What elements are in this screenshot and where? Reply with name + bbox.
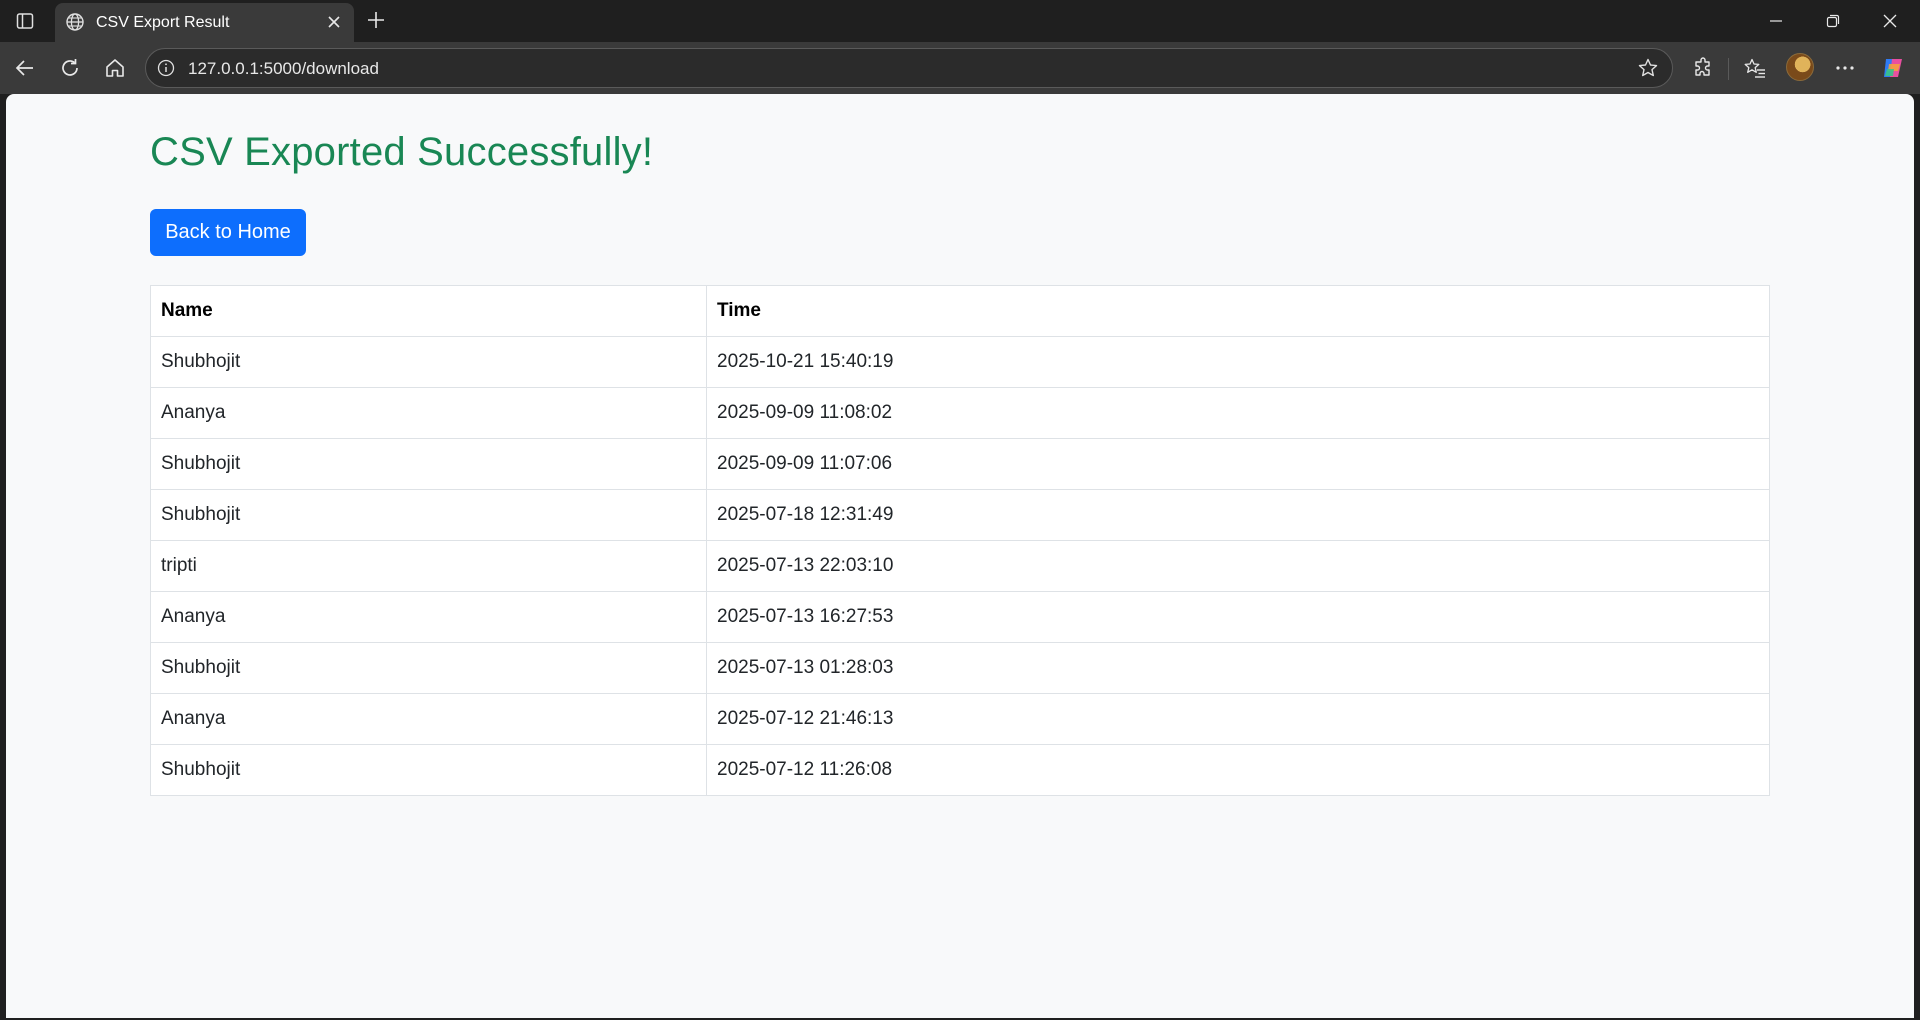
table-row: Shubhojit 2025-10-21 15:40:19	[150, 336, 1770, 388]
column-header-name: Name	[150, 285, 707, 337]
profile-avatar[interactable]	[1786, 53, 1814, 81]
cell-time: 2025-07-12 21:46:13	[706, 693, 1770, 745]
globe-icon	[64, 11, 86, 33]
cell-time: 2025-09-09 11:07:06	[706, 438, 1770, 490]
browser-toolbar: 127.0.0.1:5000/download	[0, 42, 1920, 94]
cell-name: Ananya	[150, 387, 707, 439]
favorites-icon[interactable]	[1740, 53, 1770, 83]
cell-name: Shubhojit	[150, 642, 707, 694]
refresh-icon[interactable]	[55, 53, 85, 83]
cell-name: Shubhojit	[150, 336, 707, 388]
column-header-time: Time	[706, 285, 1770, 337]
browser-titlebar: CSV Export Result	[0, 0, 1920, 42]
cell-name: Ananya	[150, 591, 707, 643]
cell-time: 2025-07-13 16:27:53	[706, 591, 1770, 643]
table-row: Shubhojit 2025-07-13 01:28:03	[150, 642, 1770, 694]
cell-name: Shubhojit	[150, 744, 707, 796]
more-options-icon[interactable]	[1830, 53, 1860, 83]
tab-csv-export-result[interactable]: CSV Export Result	[55, 3, 354, 42]
table-row: Ananya 2025-09-09 11:08:02	[150, 387, 1770, 439]
table-row: Shubhojit 2025-09-09 11:07:06	[150, 438, 1770, 490]
cell-time: 2025-09-09 11:08:02	[706, 387, 1770, 439]
table-header-row: Name Time	[150, 285, 1770, 337]
address-bar[interactable]: 127.0.0.1:5000/download	[145, 48, 1673, 88]
restore-icon[interactable]	[1818, 7, 1848, 35]
cell-time: 2025-10-21 15:40:19	[706, 336, 1770, 388]
cell-name: tripti	[150, 540, 707, 592]
export-results-table: Name Time Shubhojit 2025-10-21 15:40:19 …	[150, 285, 1770, 796]
toolbar-divider	[1728, 58, 1729, 80]
page-viewport: CSV Exported Successfully! Back to Home …	[6, 94, 1914, 1018]
sidebar-toggle-icon[interactable]	[12, 8, 38, 34]
table-row: Ananya 2025-07-12 21:46:13	[150, 693, 1770, 745]
table-row: Ananya 2025-07-13 16:27:53	[150, 591, 1770, 643]
close-window-icon[interactable]	[1875, 7, 1905, 35]
copilot-icon[interactable]	[1878, 53, 1908, 83]
cell-time: 2025-07-18 12:31:49	[706, 489, 1770, 541]
table-row: Shubhojit 2025-07-18 12:31:49	[150, 489, 1770, 541]
back-to-home-button[interactable]: Back to Home	[150, 209, 306, 256]
cell-name: Ananya	[150, 693, 707, 745]
url-text[interactable]: 127.0.0.1:5000/download	[188, 59, 379, 79]
favorite-star-icon[interactable]	[1636, 56, 1660, 80]
new-tab-icon[interactable]	[363, 7, 389, 33]
cell-time: 2025-07-13 01:28:03	[706, 642, 1770, 694]
table-row: tripti 2025-07-13 22:03:10	[150, 540, 1770, 592]
table-row: Shubhojit 2025-07-12 11:26:08	[150, 744, 1770, 796]
back-arrow-icon[interactable]	[10, 53, 40, 83]
cell-time: 2025-07-13 22:03:10	[706, 540, 1770, 592]
close-tab-icon[interactable]	[323, 11, 345, 33]
page-title: CSV Exported Successfully!	[150, 130, 654, 174]
tab-title: CSV Export Result	[96, 14, 230, 31]
site-info-icon[interactable]	[155, 57, 177, 79]
cell-name: Shubhojit	[150, 489, 707, 541]
cell-time: 2025-07-12 11:26:08	[706, 744, 1770, 796]
cell-name: Shubhojit	[150, 438, 707, 490]
minimize-icon[interactable]	[1761, 7, 1791, 35]
extensions-icon[interactable]	[1688, 53, 1718, 83]
home-icon[interactable]	[100, 53, 130, 83]
